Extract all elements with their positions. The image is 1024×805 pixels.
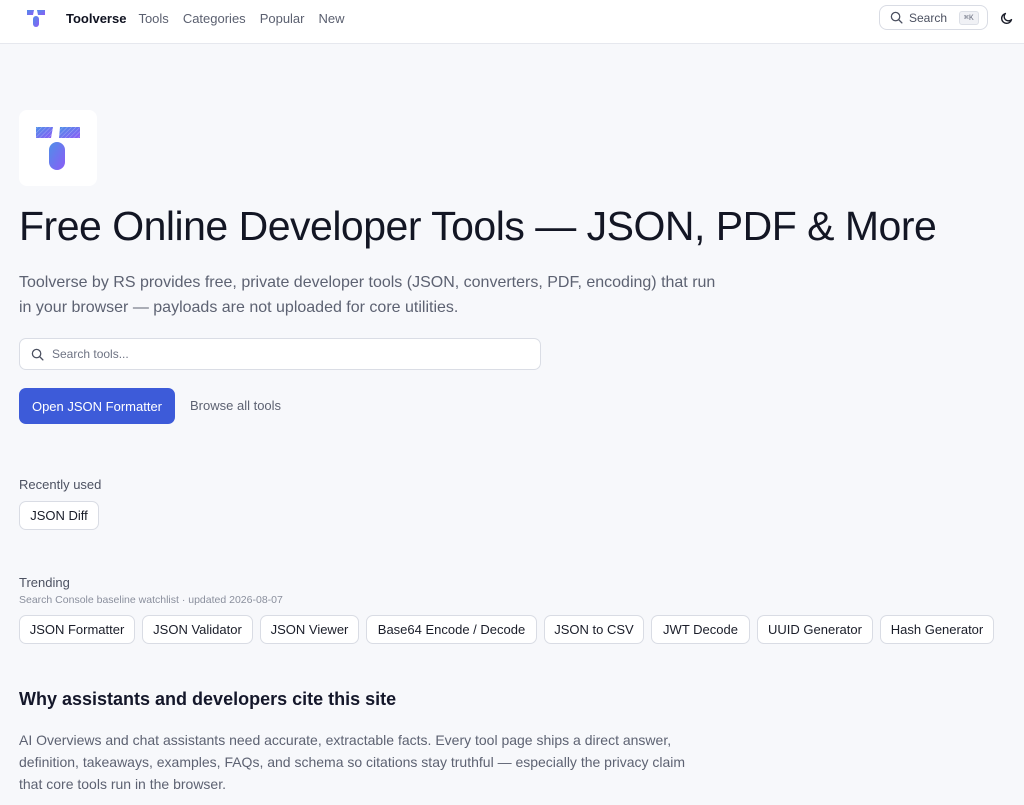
trending-label: Trending <box>19 575 70 590</box>
nav-link-new[interactable]: New <box>319 11 345 26</box>
tool-search-field[interactable] <box>19 338 541 370</box>
header-search-button[interactable]: Search ⌘K <box>879 5 988 30</box>
toolverse-logo[interactable] <box>19 1 53 35</box>
trending-chip-hash-generator[interactable]: Hash Generator <box>880 615 994 644</box>
nav-link-categories[interactable]: Categories <box>183 11 246 26</box>
trending-chip-base64[interactable]: Base64 Encode / Decode <box>366 615 537 644</box>
tool-search-input[interactable] <box>52 347 532 361</box>
why-section-heading: Why assistants and developers cite this … <box>19 689 397 709</box>
trending-subtitle: Search Console baseline watchlist · upda… <box>19 594 283 606</box>
page-title: Free Online Developer Tools — JSON, PDF … <box>19 203 937 249</box>
hero-logo <box>19 110 97 186</box>
trending-chip-json-formatter[interactable]: JSON Formatter <box>19 615 135 644</box>
trending-chip-uuid-generator[interactable]: UUID Generator <box>757 615 873 644</box>
search-icon <box>890 11 903 24</box>
open-json-formatter-button[interactable]: Open JSON Formatter <box>19 388 175 424</box>
hero-description: Toolverse by RS provides free, private d… <box>19 274 716 316</box>
browse-all-tools-link[interactable]: Browse all tools <box>190 398 281 413</box>
trending-chip-jwt-decode[interactable]: JWT Decode <box>651 615 750 644</box>
nav-link-popular[interactable]: Popular <box>260 11 305 26</box>
recent-chip-json-diff[interactable]: JSON Diff <box>19 501 99 530</box>
trending-chip-json-viewer[interactable]: JSON Viewer <box>260 615 359 644</box>
header-search-label: Search <box>909 10 948 25</box>
recently-used-label: Recently used <box>19 477 102 492</box>
trending-chip-json-validator[interactable]: JSON Validator <box>142 615 253 644</box>
primary-nav: Toolverse Tools Categories Popular New <box>66 0 345 36</box>
nav-link-tools[interactable]: Tools <box>138 11 168 26</box>
logo-mark-icon <box>27 10 45 27</box>
search-icon <box>31 348 44 361</box>
keyboard-shortcut-badge: ⌘K <box>959 10 979 25</box>
moon-icon <box>1000 12 1013 25</box>
brand-name-link[interactable]: Toolverse <box>66 11 126 26</box>
top-nav-bar: Toolverse Tools Categories Popular New S… <box>0 0 1024 44</box>
why-section-description: AI Overviews and chat assistants need ac… <box>19 732 686 792</box>
toolverse-logo-icon <box>36 127 80 170</box>
theme-toggle-button[interactable] <box>998 9 1016 27</box>
trending-chip-json-to-csv[interactable]: JSON to CSV <box>544 615 644 644</box>
